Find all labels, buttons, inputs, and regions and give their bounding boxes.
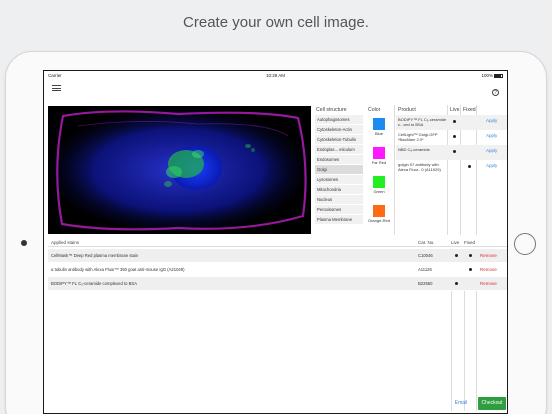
structure-item-autophagosomes[interactable]: Autophagosomes: [315, 115, 363, 125]
header-color: Color: [368, 107, 381, 113]
color-option-far-red[interactable]: Far Red: [366, 147, 392, 173]
header-live: Live: [450, 107, 460, 113]
status-bar: Carrier 10:28 AM 100%: [44, 71, 507, 80]
cell-structure-list: Autophagosomes Cytoskeleton-Actin Cytosk…: [315, 115, 363, 225]
header-applied-live: Live: [451, 240, 460, 245]
product-name: golgin 97 antibody with Alexa Fluor...0 …: [398, 161, 441, 172]
color-label: Far Red: [371, 160, 387, 165]
header-product: Product: [398, 107, 416, 113]
live-indicator: [453, 135, 456, 138]
color-label: Orange-Red: [367, 218, 390, 223]
color-label: Blue: [374, 131, 383, 136]
headline: Create your own cell image.: [183, 14, 369, 31]
color-option-green[interactable]: Green: [366, 176, 392, 202]
help-icon[interactable]: ?: [492, 89, 499, 96]
structure-item-plasma-membrane[interactable]: Plasma Membrane: [315, 215, 363, 225]
color-label: Green: [373, 189, 385, 194]
structure-item-actin[interactable]: Cytoskeleton-Actin: [315, 125, 363, 135]
product-row: CellLight™ Golgi-GFP *BacMam 2.0* Apply: [396, 130, 507, 145]
stain-name: α tubulin antibody with Alexa Fluor™ 350…: [51, 267, 185, 272]
column-divider: [451, 291, 452, 411]
structure-item-peroxisomes[interactable]: Peroxisomes: [315, 205, 363, 215]
checkout-button[interactable]: Checkout: [478, 397, 506, 410]
structure-item-mitochondria[interactable]: Mitochondria: [315, 185, 363, 195]
product-row: BODIPY™ FL C₅-ceramide c...xed to BSA Ap…: [396, 115, 507, 130]
live-indicator: [453, 120, 456, 123]
product-name: CellLight™ Golgi-GFP *BacMam 2.0*: [398, 131, 438, 142]
product-row: NBD C₆-ceramide Apply: [396, 145, 507, 160]
apply-button[interactable]: Apply: [486, 118, 497, 123]
email-button[interactable]: Email: [448, 397, 474, 410]
remove-button[interactable]: Remove: [480, 267, 497, 272]
structure-item-tubulin[interactable]: Cytoskeleton-Tubulin: [315, 135, 363, 145]
color-swatch: [373, 176, 385, 188]
cell-micrograph: [48, 106, 311, 234]
header-applied-fixed: Fixed: [464, 240, 476, 245]
home-button: [514, 233, 536, 255]
apply-button[interactable]: Apply: [486, 148, 497, 153]
header-cat-no: Cat. No.: [418, 240, 435, 245]
applied-row: CellMask™ Deep Red plasma membrane stain…: [48, 249, 507, 262]
product-row: golgin 97 antibody with Alexa Fluor...0 …: [396, 160, 507, 175]
stain-name: BODIPY™ FL C₅-ceramide complexed to BSA: [51, 281, 138, 286]
cat-number: A11126: [418, 267, 432, 272]
column-divider: [394, 105, 395, 235]
header-fixed: Fixed: [463, 107, 476, 113]
cat-number: B22650: [418, 281, 433, 286]
apply-button[interactable]: Apply: [486, 163, 497, 168]
cat-number: C10046: [418, 253, 433, 258]
color-picker: Blue Far Red Green Orange-Red: [366, 115, 392, 231]
product-name: NBD C₆-ceramide: [398, 146, 430, 152]
battery-percent: 100%: [481, 73, 493, 78]
app-screen: Carrier 10:28 AM 100% ? Cell structure C…: [43, 70, 508, 414]
applied-stains-header: Applied stains Cat. No. Live Fixed: [48, 239, 507, 247]
color-option-orange-red[interactable]: Orange-Red: [366, 205, 392, 231]
live-indicator: [455, 254, 458, 257]
applied-row: α tubulin antibody with Alexa Fluor™ 350…: [48, 263, 507, 276]
cell-image-canvas: [48, 106, 311, 234]
live-indicator: [453, 150, 456, 153]
front-camera: [21, 240, 27, 246]
structure-item-endosomes[interactable]: Endosomes: [315, 155, 363, 165]
applied-stains-title: Applied stains: [51, 240, 80, 245]
battery-indicator: 100%: [481, 73, 503, 78]
apply-button[interactable]: Apply: [486, 133, 497, 138]
column-divider: [476, 291, 477, 411]
remove-button[interactable]: Remove: [480, 281, 497, 286]
color-swatch: [373, 205, 385, 217]
fixed-indicator: [468, 165, 471, 168]
live-indicator: [455, 282, 458, 285]
color-option-blue[interactable]: Blue: [366, 118, 392, 144]
color-swatch: [373, 147, 385, 159]
battery-icon: [494, 73, 503, 78]
clock: 10:28 AM: [265, 73, 285, 78]
fixed-indicator: [469, 268, 472, 271]
product-name: BODIPY™ FL C₅-ceramide c...xed to BSA: [398, 116, 447, 127]
stain-name: CellMask™ Deep Red plasma membrane stain: [51, 253, 139, 258]
fixed-indicator: [469, 254, 472, 257]
remove-button[interactable]: Remove: [480, 253, 497, 258]
structure-item-nucleus[interactable]: Nucleus: [315, 195, 363, 205]
hamburger-menu-icon[interactable]: [52, 85, 61, 91]
applied-row: BODIPY™ FL C₅-ceramide complexed to BSA …: [48, 277, 507, 290]
column-divider: [464, 291, 465, 411]
structure-item-lysosomes[interactable]: Lysosomes: [315, 175, 363, 185]
structure-item-er[interactable]: Endoplas... eticulum: [315, 145, 363, 155]
color-swatch: [373, 118, 385, 130]
header-cell-structure: Cell structure: [316, 107, 347, 113]
structure-item-golgi[interactable]: Golgi: [315, 165, 363, 175]
